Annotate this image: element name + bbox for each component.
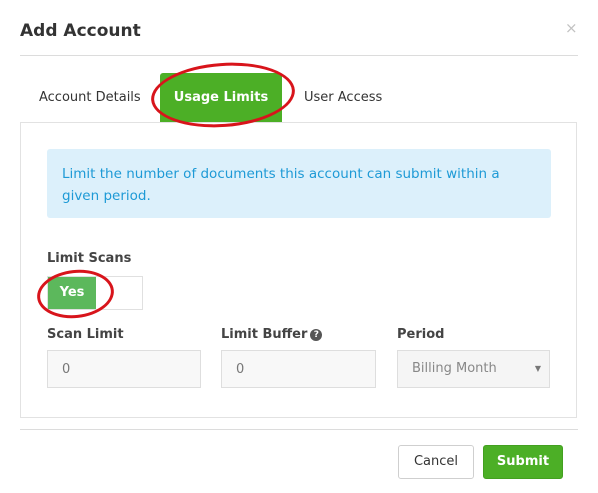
question-circle-icon[interactable]: ?: [310, 329, 323, 341]
cancel-button[interactable]: Cancel: [398, 445, 474, 479]
info-alert: Limit the number of documents this accou…: [47, 149, 551, 218]
chevron-down-icon: ▼: [534, 364, 541, 373]
tab-account-details[interactable]: Account Details: [39, 73, 141, 122]
submit-button[interactable]: Submit: [483, 445, 563, 479]
limit-buffer-label: Limit Buffer?: [221, 327, 323, 342]
period-select[interactable]: Billing Month ▼: [397, 350, 550, 388]
dialog-title: Add Account: [20, 21, 141, 41]
toggle-yes-state: Yes: [48, 277, 96, 309]
limit-scans-label: Limit Scans: [47, 251, 132, 266]
period-selected-value: Billing Month: [412, 361, 497, 376]
scan-limit-input[interactable]: [47, 350, 201, 388]
info-alert-text: Limit the number of documents this accou…: [62, 166, 500, 204]
limit-scans-toggle[interactable]: Yes: [47, 276, 143, 310]
limit-buffer-input[interactable]: [221, 350, 376, 388]
footer-divider: [20, 429, 578, 430]
limit-buffer-label-text: Limit Buffer: [221, 327, 308, 342]
period-label: Period: [397, 327, 445, 342]
scan-limit-label: Scan Limit: [47, 327, 124, 342]
close-icon[interactable]: ×: [565, 19, 578, 37]
tab-usage-limits[interactable]: Usage Limits: [160, 73, 282, 122]
header-divider: [20, 55, 578, 56]
add-account-dialog: Add Account × Account Details Usage Limi…: [0, 0, 598, 493]
tab-user-access[interactable]: User Access: [304, 73, 382, 122]
